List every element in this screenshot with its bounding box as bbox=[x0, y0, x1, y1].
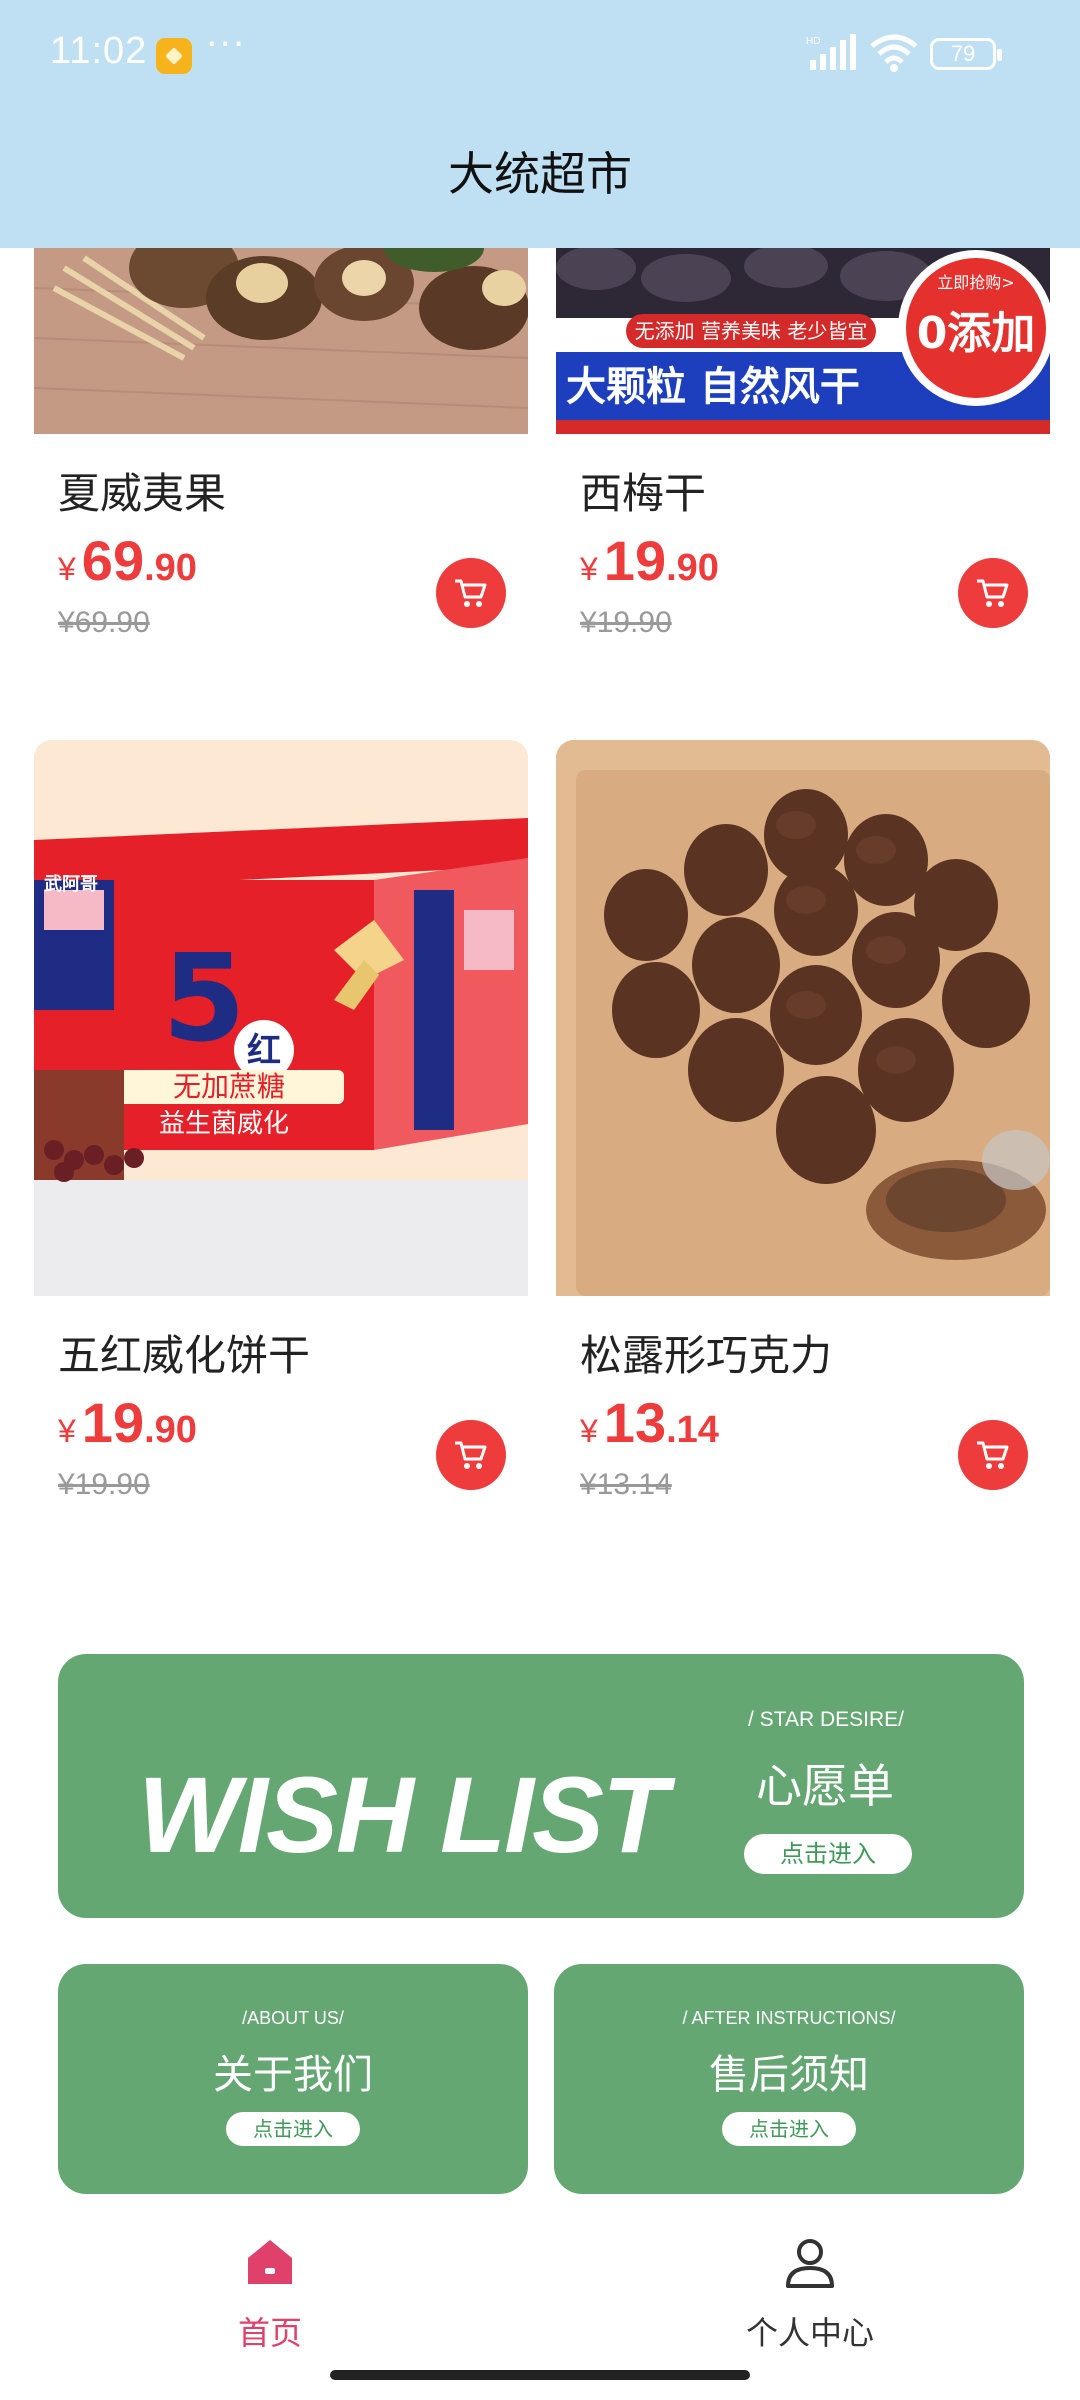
notification-app-icon bbox=[156, 38, 192, 74]
app-screen: { "status_bar": { "time": "11:02", "more… bbox=[0, 0, 1080, 2400]
product-original-price: ¥13.14 bbox=[580, 1468, 672, 1501]
wish-list-enter-button[interactable]: 点击进入 bbox=[744, 1834, 912, 1874]
macadamia-image bbox=[34, 248, 528, 434]
cart-icon bbox=[455, 1441, 487, 1469]
tab-profile[interactable]: 个人中心 bbox=[710, 2232, 910, 2354]
product-price: ¥19.90 bbox=[58, 1391, 197, 1454]
product-image[interactable] bbox=[34, 248, 528, 434]
about-us-enter-button[interactable]: 点击进入 bbox=[226, 2112, 360, 2146]
add-to-cart-button[interactable] bbox=[958, 1420, 1028, 1490]
cellular-signal-icon: HD bbox=[806, 34, 856, 70]
product-price: ¥69.90 bbox=[58, 529, 197, 592]
after-sales-enter-button[interactable]: 点击进入 bbox=[722, 2112, 856, 2146]
svg-text:0添加: 0添加 bbox=[917, 308, 1036, 359]
svg-text:大颗粒 自然风干: 大颗粒 自然风干 bbox=[566, 364, 860, 410]
user-icon bbox=[786, 2239, 834, 2288]
add-to-cart-button[interactable] bbox=[958, 558, 1028, 628]
wifi-icon bbox=[870, 34, 918, 72]
svg-text:无加蔗糖: 无加蔗糖 bbox=[173, 1070, 285, 1103]
svg-text:无添加 营养美味 老少皆宜: 无添加 营养美味 老少皆宜 bbox=[635, 319, 868, 343]
product-original-price: ¥19.90 bbox=[580, 606, 672, 639]
more-notifications-icon: ··· bbox=[206, 24, 247, 65]
cart-icon bbox=[977, 579, 1009, 607]
product-name: 五红威化饼干 bbox=[58, 1331, 311, 1380]
svg-text:武阿哥: 武阿哥 bbox=[44, 874, 98, 895]
product-card[interactable]: 无添加 营养美味 老少皆宜 大颗粒 自然风干 立即抢购> 0添加 西梅干 ¥19… bbox=[556, 248, 1050, 668]
product-image[interactable]: 武阿哥 5 红 无加蔗糖 益生菌威化 bbox=[34, 740, 528, 1296]
truffle-chocolate-image bbox=[556, 740, 1050, 1296]
page-title: 大统超市 bbox=[448, 147, 632, 201]
wish-list-heading: WISH LIST bbox=[138, 1754, 668, 1875]
status-bar: 11:02 ··· HD 79 bbox=[0, 0, 1080, 104]
home-indicator[interactable] bbox=[330, 2370, 750, 2380]
product-original-price: ¥19.90 bbox=[58, 1468, 150, 1501]
cart-icon bbox=[455, 579, 487, 607]
about-us-subtitle: /ABOUT US/ bbox=[242, 2008, 344, 2028]
home-icon bbox=[248, 2240, 292, 2284]
svg-text:HD: HD bbox=[806, 36, 820, 47]
wish-list-title: 心愿单 bbox=[756, 1759, 894, 1813]
tab-home[interactable]: 首页 bbox=[170, 2232, 370, 2354]
product-price: ¥19.90 bbox=[580, 529, 719, 592]
wafer-box-image: 武阿哥 5 红 无加蔗糖 益生菌威化 bbox=[34, 740, 528, 1296]
product-card[interactable]: 夏威夷果 ¥69.90 ¥69.90 bbox=[34, 248, 528, 668]
cart-icon bbox=[977, 1441, 1009, 1469]
svg-text:红: 红 bbox=[247, 1031, 281, 1071]
svg-text:5: 5 bbox=[162, 930, 246, 1069]
add-to-cart-button[interactable] bbox=[436, 1420, 506, 1490]
product-original-price: ¥69.90 bbox=[58, 606, 150, 639]
after-sales-subtitle: / AFTER INSTRUCTIONS/ bbox=[682, 2008, 896, 2028]
after-sales-banner[interactable]: / AFTER INSTRUCTIONS/ 售后须知 点击进入 bbox=[554, 1964, 1024, 2194]
product-card[interactable]: 武阿哥 5 红 无加蔗糖 益生菌威化 五红威化饼干 ¥ 19.90 ¥19.90 bbox=[34, 740, 528, 1540]
battery-icon: 79 bbox=[930, 38, 1002, 70]
tab-home-label: 首页 bbox=[237, 2314, 302, 2352]
add-to-cart-button[interactable] bbox=[436, 558, 506, 628]
about-us-banner[interactable]: /ABOUT US/ 关于我们 点击进入 bbox=[58, 1964, 528, 2194]
product-name: 夏威夷果 bbox=[58, 469, 227, 518]
wish-list-banner[interactable]: WISH LIST / STAR DESIRE/ 心愿单 点击进入 bbox=[58, 1654, 1024, 1918]
status-time: 11:02 bbox=[50, 30, 148, 72]
product-card[interactable]: 松露形巧克力 ¥13.14 ¥13.14 bbox=[556, 740, 1050, 1540]
wish-list-subtitle: / STAR DESIRE/ bbox=[748, 1708, 904, 1731]
prune-image: 无添加 营养美味 老少皆宜 大颗粒 自然风干 立即抢购> 0添加 bbox=[556, 248, 1050, 434]
svg-text:立即抢购>: 立即抢购> bbox=[937, 273, 1014, 292]
product-image[interactable]: 无添加 营养美味 老少皆宜 大颗粒 自然风干 立即抢购> 0添加 bbox=[556, 248, 1050, 434]
svg-text:益生菌威化: 益生菌威化 bbox=[159, 1109, 289, 1139]
after-sales-title: 售后须知 bbox=[709, 2052, 869, 2098]
top-bar: 11:02 ··· HD 79 大统超市 bbox=[0, 0, 1080, 248]
product-name: 西梅干 bbox=[580, 469, 707, 518]
product-price: ¥13.14 bbox=[580, 1391, 719, 1454]
product-image[interactable] bbox=[556, 740, 1050, 1296]
tab-profile-label: 个人中心 bbox=[745, 2314, 874, 2352]
product-name: 松露形巧克力 bbox=[580, 1331, 833, 1380]
about-us-title: 关于我们 bbox=[213, 2052, 373, 2098]
